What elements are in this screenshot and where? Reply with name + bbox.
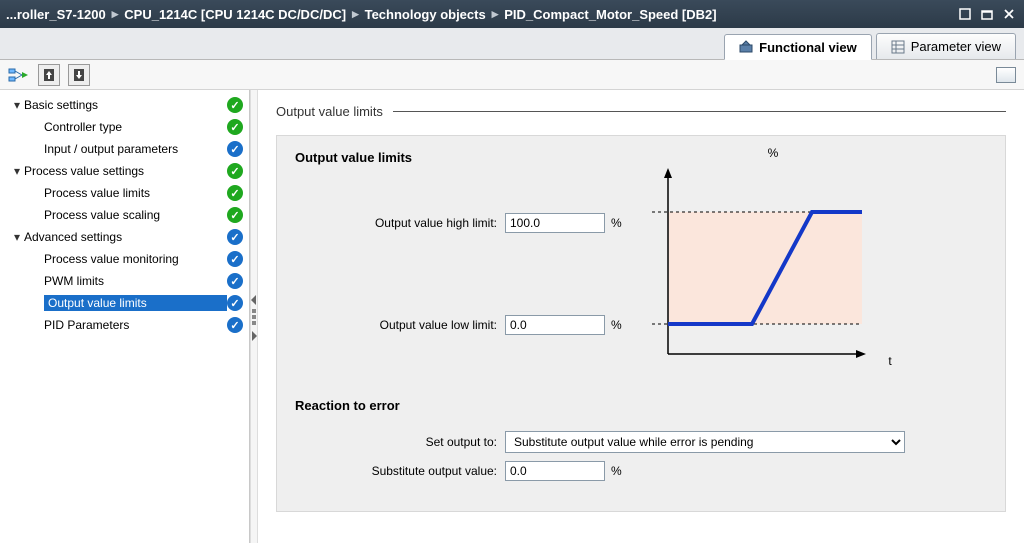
substitute-value-unit: % <box>611 464 622 478</box>
nav-item-controller-type[interactable]: Controller type✓ <box>0 116 249 138</box>
status-info-icon: ✓ <box>227 317 243 333</box>
status-ok-icon: ✓ <box>227 185 243 201</box>
window-maximize-icon[interactable] <box>978 5 996 23</box>
nav-item-label: Process value monitoring <box>44 252 227 266</box>
graph-y-label: % <box>768 146 779 160</box>
toolbar <box>0 60 1024 90</box>
splitter[interactable] <box>250 90 258 543</box>
status-info-icon: ✓ <box>227 295 243 311</box>
nav-item-label: PID Parameters <box>44 318 227 332</box>
status-ok-icon: ✓ <box>227 119 243 135</box>
nav-item-label: PWM limits <box>44 274 227 288</box>
set-output-label: Set output to: <box>295 435 505 449</box>
breadcrumb-separator: ▸ <box>492 6 499 22</box>
tab-parameter-view[interactable]: Parameter view <box>876 33 1016 59</box>
tab-label: Parameter view <box>911 39 1001 54</box>
breadcrumb-3[interactable]: Technology objects <box>365 7 486 22</box>
limits-graph: % <box>652 150 882 370</box>
breadcrumb-2[interactable]: CPU_1214C [CPU 1214C DC/DC/DC] <box>124 7 346 22</box>
low-limit-label: Output value low limit: <box>295 318 505 332</box>
toolbar-flow-icon[interactable] <box>8 64 30 86</box>
set-output-row: Set output to: Substitute output value w… <box>295 431 987 453</box>
toolbar-window-icon[interactable] <box>996 67 1016 83</box>
nav-item-pwm-limits[interactable]: PWM limits✓ <box>0 270 249 292</box>
toolbar-download-icon[interactable] <box>68 64 90 86</box>
nav-item-basic-settings[interactable]: ▾Basic settings✓ <box>0 94 249 116</box>
nav-item-label: Basic settings <box>24 98 227 112</box>
nav-item-process-value-monitoring[interactable]: Process value monitoring✓ <box>0 248 249 270</box>
high-limit-row: Output value high limit: % <box>295 213 622 233</box>
section-title: Output value limits <box>276 104 383 119</box>
substitute-value-row: Substitute output value: % <box>295 461 987 481</box>
window-close-icon[interactable] <box>1000 5 1018 23</box>
reaction-title: Reaction to error <box>295 398 987 413</box>
substitute-value-input[interactable] <box>505 461 605 481</box>
nav-item-input-output-parameters[interactable]: Input / output parameters✓ <box>0 138 249 160</box>
status-info-icon: ✓ <box>227 229 243 245</box>
graph-x-label: t <box>888 354 891 368</box>
status-ok-icon: ✓ <box>227 97 243 113</box>
nav-item-label: Controller type <box>44 120 227 134</box>
breadcrumb-separator: ▸ <box>352 6 359 22</box>
expand-arrow-icon[interactable]: ▾ <box>10 98 24 112</box>
expand-arrow-icon[interactable]: ▾ <box>10 230 24 244</box>
nav-item-output-value-limits[interactable]: Output value limits✓ <box>0 292 249 314</box>
nav-item-label: Process value scaling <box>44 208 227 222</box>
splitter-left-icon[interactable] <box>251 294 257 304</box>
output-limits-panel: Output value limits Output value high li… <box>276 135 1006 512</box>
main-area: ▾Basic settings✓Controller type✓Input / … <box>0 90 1024 543</box>
breadcrumb-1[interactable]: ...roller_S7-1200 <box>6 7 106 22</box>
panel-title: Output value limits <box>295 150 622 165</box>
nav-item-process-value-scaling[interactable]: Process value scaling✓ <box>0 204 249 226</box>
nav-item-process-value-settings[interactable]: ▾Process value settings✓ <box>0 160 249 182</box>
nav-item-label: Process value settings <box>24 164 227 178</box>
tab-functional-view[interactable]: Functional view <box>724 34 872 60</box>
splitter-right-icon[interactable] <box>251 330 257 340</box>
settings-tree[interactable]: ▾Basic settings✓Controller type✓Input / … <box>0 90 250 543</box>
nav-item-label: Output value limits <box>44 295 227 311</box>
status-info-icon: ✓ <box>227 141 243 157</box>
status-ok-icon: ✓ <box>227 163 243 179</box>
breadcrumb-4[interactable]: PID_Compact_Motor_Speed [DB2] <box>504 7 716 22</box>
nav-item-label: Input / output parameters <box>44 142 227 156</box>
nav-item-process-value-limits[interactable]: Process value limits✓ <box>0 182 249 204</box>
parameter-view-icon <box>891 40 905 54</box>
high-limit-label: Output value high limit: <box>295 216 505 230</box>
functional-view-icon <box>739 40 753 54</box>
nav-item-pid-parameters[interactable]: PID Parameters✓ <box>0 314 249 336</box>
high-limit-input[interactable] <box>505 213 605 233</box>
expand-arrow-icon[interactable]: ▾ <box>10 164 24 178</box>
content-pane: Output value limits Output value limits … <box>258 90 1024 543</box>
low-limit-row: Output value low limit: % <box>295 315 622 335</box>
toolbar-upload-icon[interactable] <box>38 64 60 86</box>
nav-item-label: Advanced settings <box>24 230 227 244</box>
breadcrumb-separator: ▸ <box>112 6 119 22</box>
tab-label: Functional view <box>759 40 857 55</box>
nav-item-label: Process value limits <box>44 186 227 200</box>
status-info-icon: ✓ <box>227 273 243 289</box>
nav-item-advanced-settings[interactable]: ▾Advanced settings✓ <box>0 226 249 248</box>
title-bar: ...roller_S7-1200 ▸ CPU_1214C [CPU 1214C… <box>0 0 1024 28</box>
set-output-select[interactable]: Substitute output value while error is p… <box>505 431 905 453</box>
low-limit-unit: % <box>611 318 622 332</box>
status-ok-icon: ✓ <box>227 207 243 223</box>
view-tabs: Functional view Parameter view <box>0 28 1024 60</box>
low-limit-input[interactable] <box>505 315 605 335</box>
high-limit-unit: % <box>611 216 622 230</box>
window-undock-icon[interactable] <box>956 5 974 23</box>
section-header: Output value limits <box>276 104 1006 119</box>
status-info-icon: ✓ <box>227 251 243 267</box>
substitute-value-label: Substitute output value: <box>295 464 505 478</box>
